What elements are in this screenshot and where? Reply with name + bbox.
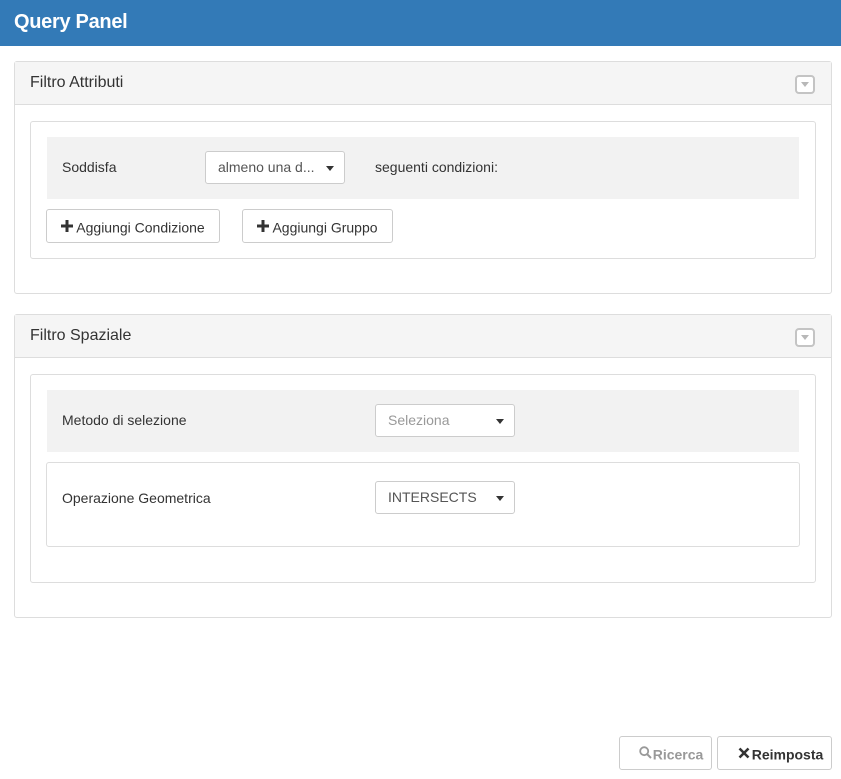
selection-method-label: Metodo di selezione: [62, 412, 187, 428]
match-label: Soddisfa: [62, 159, 117, 175]
conditions-text: seguenti condizioni:: [375, 159, 498, 175]
spatial-filter-title: Filtro Spaziale: [30, 327, 132, 344]
page-title: Query Panel: [14, 11, 128, 33]
chevron-down-icon[interactable]: [795, 75, 815, 94]
selection-method-row: Metodo di selezione Seleziona: [47, 390, 799, 452]
spatial-filter-body: Metodo di selezione Seleziona Operazione…: [30, 374, 816, 583]
selection-method-placeholder: Seleziona: [388, 412, 450, 428]
plus-icon: [61, 211, 74, 243]
spatial-filter-heading: Filtro Spaziale: [15, 315, 831, 358]
geometric-operation-label: Operazione Geometrica: [62, 490, 211, 506]
search-icon: [639, 738, 652, 770]
chevron-down-icon[interactable]: [795, 328, 815, 347]
close-icon: [738, 738, 750, 770]
attribute-filter-title: Filtro Attributi: [30, 74, 124, 91]
attribute-filter-heading: Filtro Attributi: [15, 62, 831, 105]
match-select[interactable]: almeno una d...: [205, 151, 345, 184]
geometric-operation-select[interactable]: INTERSECTS: [375, 481, 515, 514]
reset-button[interactable]: Reimposta: [717, 736, 832, 770]
match-row: Soddisfa almeno una d... seguenti condiz…: [47, 137, 799, 199]
selection-method-select[interactable]: Seleziona: [375, 404, 515, 437]
spatial-filter-panel: Filtro Spaziale Metodo di selezione Sele…: [14, 314, 832, 618]
geometric-operation-row: Operazione Geometrica INTERSECTS: [46, 462, 800, 547]
add-group-button[interactable]: Aggiungi Gruppo: [242, 209, 393, 243]
add-condition-button[interactable]: Aggiungi Condizione: [46, 209, 220, 243]
geometric-operation-value: INTERSECTS: [388, 489, 477, 505]
search-button[interactable]: Ricerca: [619, 736, 712, 770]
caret-down-icon: [496, 496, 504, 501]
query-panel-header: Query Panel: [0, 0, 841, 46]
caret-down-icon: [496, 419, 504, 424]
match-select-value: almeno una d...: [218, 159, 315, 175]
plus-icon: [257, 211, 270, 243]
attribute-filter-panel: Filtro Attributi Soddisfa almeno una d..…: [14, 61, 832, 294]
caret-down-icon: [326, 166, 334, 171]
attribute-filter-body: Soddisfa almeno una d... seguenti condiz…: [30, 121, 816, 259]
